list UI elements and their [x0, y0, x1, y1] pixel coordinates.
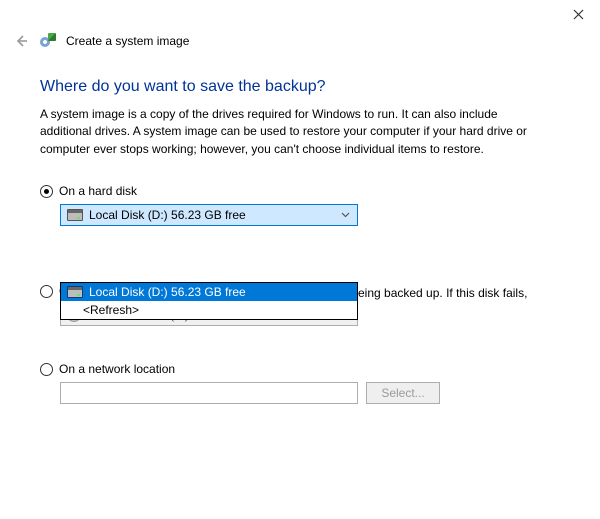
back-arrow-icon[interactable] — [12, 32, 30, 50]
hard-drive-icon — [67, 286, 83, 298]
select-button-label: Select... — [381, 386, 424, 400]
dropdown-item-label: <Refresh> — [83, 303, 139, 317]
chevron-down-icon[interactable] — [337, 205, 353, 225]
radio-network[interactable] — [40, 363, 53, 376]
dropdown-item-label: Local Disk (D:) 56.23 GB free — [89, 285, 246, 299]
close-button[interactable] — [566, 4, 590, 24]
system-image-icon — [40, 33, 56, 49]
radio-hard-disk[interactable] — [40, 185, 53, 198]
select-button: Select... — [366, 382, 440, 404]
hard-disk-dropdown[interactable]: Local Disk (D:) 56.23 GB free <Refresh> — [60, 282, 358, 320]
network-path-input[interactable] — [60, 382, 358, 404]
hard-drive-icon — [67, 209, 83, 221]
page-description: A system image is a copy of the drives r… — [40, 106, 550, 158]
option-hard-disk-label: On a hard disk — [59, 184, 137, 198]
radio-dvd[interactable] — [40, 285, 53, 298]
window-title: Create a system image — [66, 34, 189, 48]
dropdown-item-refresh[interactable]: <Refresh> — [61, 301, 357, 319]
option-hard-disk[interactable]: On a hard disk — [40, 184, 560, 198]
hard-disk-combo[interactable]: Local Disk (D:) 56.23 GB free — [60, 204, 358, 226]
dropdown-item-local-disk[interactable]: Local Disk (D:) 56.23 GB free — [61, 283, 357, 301]
hard-disk-warning-fragment: eing backed up. If this disk fails, — [358, 286, 527, 300]
option-network[interactable]: On a network location — [40, 362, 560, 376]
option-network-label: On a network location — [59, 362, 175, 376]
page-heading: Where do you want to save the backup? — [40, 78, 560, 96]
hard-disk-combo-text: Local Disk (D:) 56.23 GB free — [89, 208, 246, 222]
